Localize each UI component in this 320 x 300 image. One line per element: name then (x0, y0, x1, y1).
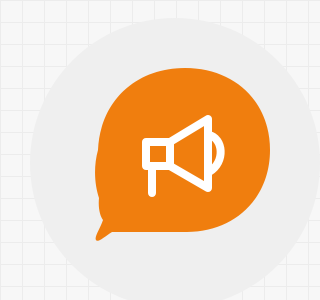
announcement-badge (0, 0, 320, 300)
speech-bubble (95, 68, 270, 241)
speech-bubble-shape (95, 68, 270, 241)
